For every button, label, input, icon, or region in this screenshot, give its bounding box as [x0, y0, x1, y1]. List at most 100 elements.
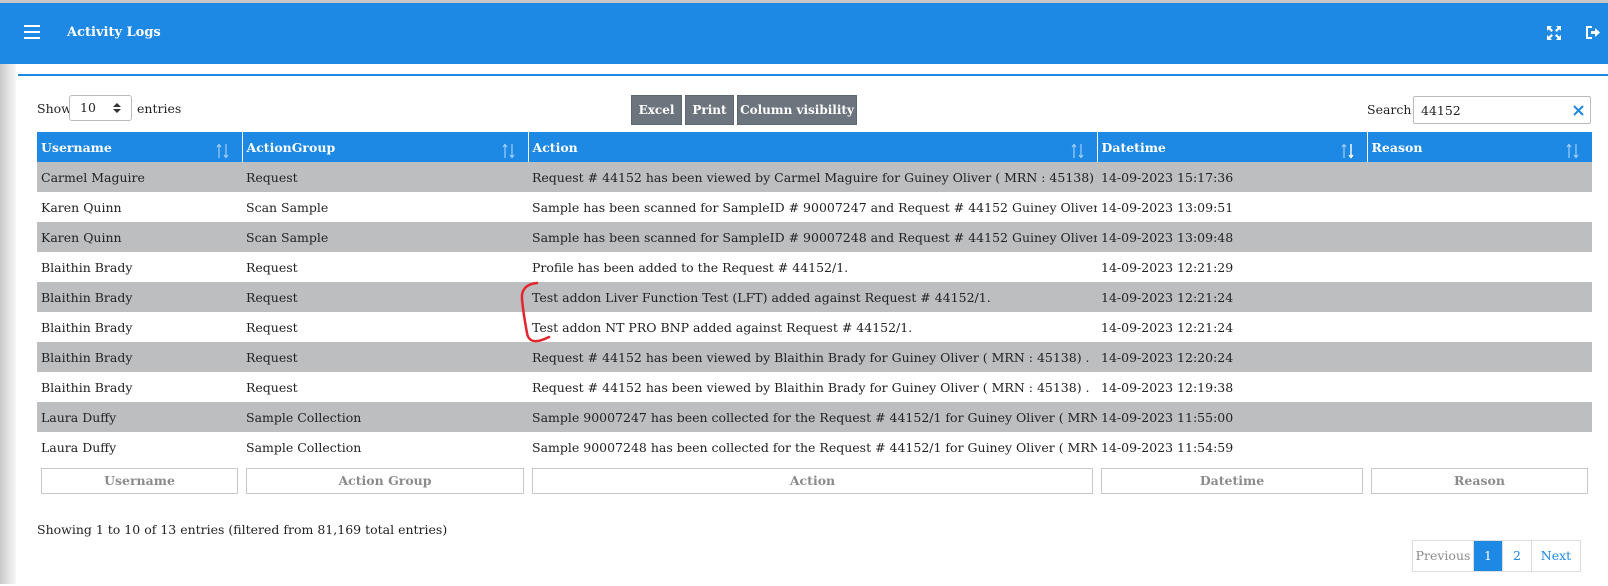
filter-username-input[interactable]: Username	[41, 468, 238, 494]
cell-datetime: 14-09-2023 12:19:38	[1097, 372, 1367, 402]
table-header-row: Username ActionGroup Action Datetime Rea…	[37, 132, 1593, 162]
table-row[interactable]: Blaithin Brady Request Request # 44152 h…	[37, 342, 1592, 372]
cell-actiongroup: Request	[242, 282, 528, 312]
cell-action: Test addon NT PRO BNP added against Requ…	[528, 312, 1097, 342]
col-username[interactable]: Username	[37, 132, 243, 162]
cell-datetime: 14-09-2023 12:21:29	[1097, 252, 1367, 282]
cell-action: Sample has been scanned for SampleID # 9…	[528, 192, 1097, 222]
cell-reason	[1367, 162, 1592, 192]
cell-actiongroup: Scan Sample	[242, 222, 528, 252]
cell-datetime: 14-09-2023 12:21:24	[1097, 312, 1367, 342]
cell-reason	[1367, 222, 1592, 252]
cell-reason	[1367, 192, 1592, 222]
cell-actiongroup: Request	[242, 162, 528, 192]
column-visibility-button[interactable]: Column visibility	[737, 95, 857, 141]
filter-cell: Reason	[1367, 462, 1592, 500]
filter-datetime-input[interactable]: Datetime	[1101, 468, 1363, 494]
print-button[interactable]: Print	[685, 95, 734, 125]
col-datetime[interactable]: Datetime	[1097, 132, 1368, 162]
cell-datetime: 14-09-2023 12:20:24	[1097, 342, 1367, 372]
excel-button[interactable]: Excel	[631, 95, 682, 125]
expand-icon[interactable]	[1546, 25, 1562, 41]
cell-action: Sample 90007248 has been collected for t…	[528, 432, 1097, 462]
cell-actiongroup: Request	[242, 312, 528, 342]
table-row[interactable]: Karen Quinn Scan Sample Sample has been …	[37, 192, 1592, 222]
cell-reason	[1367, 402, 1592, 432]
activity-table: Username ActionGroup Action Datetime Rea…	[37, 132, 1593, 500]
cell-username: Laura Duffy	[37, 432, 242, 462]
page-1-button[interactable]: 1	[1474, 541, 1503, 571]
table-row[interactable]: Blaithin Brady Request Request # 44152 h…	[37, 372, 1592, 402]
cell-username: Carmel Maguire	[37, 162, 242, 192]
col-reason[interactable]: Reason	[1367, 132, 1593, 162]
cell-reason	[1367, 312, 1592, 342]
cell-action: Profile has been added to the Request # …	[528, 252, 1097, 282]
col-action[interactable]: Action	[528, 132, 1098, 162]
cell-action: Request # 44152 has been viewed by Blait…	[528, 342, 1097, 372]
chevron-updown-icon	[113, 103, 121, 113]
table-row[interactable]: Carmel Maguire Request Request # 44152 h…	[37, 162, 1592, 192]
page-size-value: 10	[80, 100, 96, 115]
col-actiongroup[interactable]: ActionGroup	[242, 132, 529, 162]
cell-actiongroup: Request	[242, 252, 528, 282]
cell-username: Karen Quinn	[37, 192, 242, 222]
filter-action-input[interactable]: Action	[532, 468, 1093, 494]
cell-action: Sample 90007247 has been collected for t…	[528, 402, 1097, 432]
previous-button[interactable]: Previous	[1413, 541, 1474, 571]
cell-action: Test addon Liver Function Test (LFT) add…	[528, 282, 1097, 312]
cell-datetime: 14-09-2023 11:54:59	[1097, 432, 1367, 462]
sort-icon	[502, 143, 514, 159]
clear-icon[interactable]	[1573, 105, 1584, 116]
left-rail	[0, 0, 16, 584]
col-reason-label: Reason	[1371, 139, 1423, 155]
cell-username: Blaithin Brady	[37, 252, 242, 282]
table-info: Showing 1 to 10 of 13 entries (filtered …	[37, 522, 448, 537]
sort-desc-icon	[1341, 143, 1354, 159]
page-2-button[interactable]: 2	[1503, 541, 1532, 571]
page-title: Activity Logs	[67, 25, 161, 40]
cell-action: Sample has been scanned for SampleID # 9…	[528, 222, 1097, 252]
cell-actiongroup: Sample Collection	[242, 432, 528, 462]
logout-icon[interactable]	[1584, 24, 1600, 41]
cell-username: Karen Quinn	[37, 222, 242, 252]
table-row[interactable]: Laura Duffy Sample Collection Sample 900…	[37, 432, 1592, 462]
col-actiongroup-label: ActionGroup	[246, 139, 336, 155]
next-button[interactable]: Next	[1532, 541, 1580, 571]
cell-username: Blaithin Brady	[37, 282, 242, 312]
cell-reason	[1367, 252, 1592, 282]
filter-cell: Datetime	[1097, 462, 1367, 500]
menu-icon[interactable]	[24, 25, 40, 41]
cell-username: Laura Duffy	[37, 402, 242, 432]
search-box[interactable]	[1413, 96, 1591, 124]
table-row[interactable]: Blaithin Brady Request Profile has been …	[37, 252, 1592, 282]
cell-datetime: 14-09-2023 11:55:00	[1097, 402, 1367, 432]
col-username-label: Username	[41, 139, 112, 155]
filter-reason-input[interactable]: Reason	[1371, 468, 1588, 494]
sort-icon	[216, 143, 228, 159]
filter-cell: Action	[528, 462, 1097, 500]
cell-username: Blaithin Brady	[37, 372, 242, 402]
search-label: Search:	[1367, 102, 1416, 117]
cell-datetime: 14-09-2023 13:09:48	[1097, 222, 1367, 252]
table-row[interactable]: Blaithin Brady Request Test addon NT PRO…	[37, 312, 1592, 342]
cell-actiongroup: Sample Collection	[242, 402, 528, 432]
app-header: Activity Logs	[0, 3, 1608, 64]
cell-username: Blaithin Brady	[37, 312, 242, 342]
sort-icon	[1071, 143, 1083, 159]
table-row[interactable]: Karen Quinn Scan Sample Sample has been …	[37, 222, 1592, 252]
cell-actiongroup: Scan Sample	[242, 192, 528, 222]
page-size-select[interactable]: 10	[69, 95, 132, 121]
col-datetime-label: Datetime	[1101, 139, 1166, 155]
cell-reason	[1367, 372, 1592, 402]
cell-actiongroup: Request	[242, 372, 528, 402]
column-visibility-label: Column visibility	[740, 103, 854, 117]
table-row[interactable]: Laura Duffy Sample Collection Sample 900…	[37, 402, 1592, 432]
table-row[interactable]: Blaithin Brady Request Test addon Liver …	[37, 282, 1592, 312]
search-input[interactable]	[1414, 97, 1571, 123]
col-action-label: Action	[532, 139, 578, 155]
show-label: Show	[37, 101, 72, 116]
filter-actiongroup-input[interactable]: Action Group	[246, 468, 524, 494]
cell-action: Request # 44152 has been viewed by Carme…	[528, 162, 1097, 192]
filter-cell: Username	[37, 462, 242, 500]
cell-actiongroup: Request	[242, 342, 528, 372]
